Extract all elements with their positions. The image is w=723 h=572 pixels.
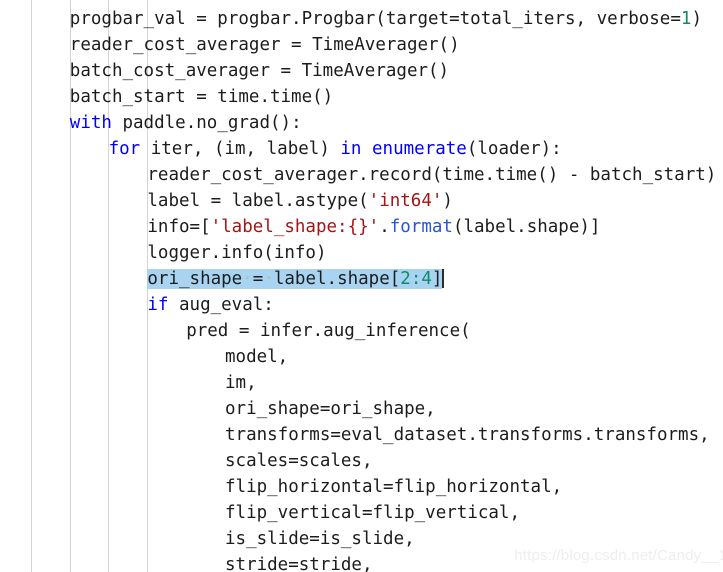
code-text[interactable]: info=['label_shape:{}'.format(label.shap…: [147, 217, 600, 237]
code-text[interactable]: [31, 0, 73, 3]
token-plain: is_slide=is_slide,: [225, 529, 415, 549]
code-line[interactable]: im,: [0, 370, 723, 396]
token-plain: flip_vertical=flip_vertical,: [225, 503, 521, 523]
text-caret: [442, 269, 444, 288]
token-plain: batch_cost_averager = TimeAverager(): [69, 61, 450, 81]
token-plain: logger.info(info): [147, 243, 327, 263]
code-text[interactable]: logger.info(info): [147, 243, 326, 263]
code-text[interactable]: reader_cost_averager.record(time.time() …: [147, 165, 716, 185]
token-ws: ·: [263, 269, 274, 289]
code-line[interactable]: logger.info(info): [0, 240, 723, 266]
token-kw: in: [340, 139, 362, 159]
code-line[interactable]: scales=scales,: [0, 448, 723, 474]
token-plain: stride=stride,: [225, 555, 373, 572]
code-text[interactable]: flip_horizontal=flip_horizontal,: [225, 477, 562, 497]
code-line[interactable]: for iter, (im, label) in enumerate(loade…: [0, 136, 723, 162]
token-plain: pred = infer.aug_inference(: [186, 321, 471, 341]
token-kw: for: [108, 139, 141, 159]
token-plain: reader_cost_averager = TimeAverager(): [69, 35, 460, 55]
code-text[interactable]: ori_shape=ori_shape,: [225, 399, 436, 419]
token-str: 'int64': [368, 191, 443, 211]
code-text[interactable]: im,: [225, 373, 257, 393]
code-line[interactable]: ori_shape·=·label.shape[2:4]: [0, 266, 723, 292]
code-text[interactable]: batch_cost_averager = TimeAverager(): [70, 61, 449, 81]
code-text[interactable]: batch_start = time.time(): [70, 87, 333, 107]
code-line[interactable]: ori_shape=ori_shape,: [0, 396, 723, 422]
code-text[interactable]: for iter, (im, label) in enumerate(loade…: [109, 139, 562, 159]
code-line[interactable]: model,: [0, 344, 723, 370]
code-line[interactable]: batch_cost_averager = TimeAverager(): [0, 58, 723, 84]
token-kw: if: [147, 295, 169, 315]
token-plain: (loader):: [466, 139, 562, 159]
token-plain: ori_shape=ori_shape,: [225, 399, 436, 419]
code-content[interactable]: progbar_val = progbar.Progbar(target=tot…: [0, 0, 723, 572]
token-plain: scales=scales,: [225, 451, 373, 471]
token-plain: ): [691, 9, 702, 29]
code-line[interactable]: is_slide=is_slide,: [0, 526, 723, 552]
token-plain: iter, (im, label): [140, 139, 341, 159]
code-line[interactable]: stride=stride,: [0, 552, 723, 572]
code-text[interactable]: if aug_eval:: [147, 295, 273, 315]
code-line[interactable]: batch_start = time.time(): [0, 84, 723, 110]
token-plain: paddle.no_grad():: [111, 113, 302, 133]
token-plain: batch_start = time.time(): [69, 87, 334, 107]
code-text[interactable]: is_slide=is_slide,: [225, 529, 415, 549]
code-text[interactable]: stride=stride,: [225, 555, 373, 572]
code-text[interactable]: pred = infer.aug_inference(: [186, 321, 470, 341]
token-plain: im,: [225, 373, 257, 393]
code-line[interactable]: with paddle.no_grad():: [0, 110, 723, 136]
code-line[interactable]: progbar_val = progbar.Progbar(target=tot…: [0, 6, 723, 32]
code-text[interactable]: reader_cost_averager = TimeAverager(): [70, 35, 460, 55]
token-builtin: enumerate: [372, 139, 467, 159]
token-plain: .: [379, 217, 390, 237]
code-line[interactable]: flip_vertical=flip_vertical,: [0, 500, 723, 526]
token-plain: label = label.astype(: [147, 191, 369, 211]
code-text[interactable]: transforms=eval_dataset.transforms.trans…: [225, 425, 710, 445]
token-plain: label.shape[: [273, 269, 401, 289]
token-plain: =: [252, 269, 264, 289]
code-line[interactable]: pred = infer.aug_inference(: [0, 318, 723, 344]
token-plain: ): [442, 191, 453, 211]
token-plain: aug_eval:: [168, 295, 274, 315]
code-editor-viewport[interactable]: progbar_val = progbar.Progbar(target=tot…: [0, 0, 723, 572]
code-text[interactable]: flip_vertical=flip_vertical,: [225, 503, 520, 523]
token-fn: format: [389, 217, 453, 237]
token-plain: transforms=eval_dataset.transforms.trans…: [225, 425, 710, 445]
code-text[interactable]: scales=scales,: [225, 451, 373, 471]
code-line[interactable]: transforms=eval_dataset.transforms.trans…: [0, 422, 723, 448]
token-plain: ]: [431, 269, 443, 289]
token-plain: progbar_val = progbar.Progbar(target=tot…: [69, 9, 681, 29]
code-text[interactable]: with paddle.no_grad():: [70, 113, 302, 133]
code-line[interactable]: label = label.astype('int64'): [0, 188, 723, 214]
code-line[interactable]: if aug_eval:: [0, 292, 723, 318]
token-num: 1: [680, 9, 692, 29]
code-text[interactable]: progbar_val = progbar.Progbar(target=tot…: [70, 9, 702, 29]
token-str: 'label_shape:{}': [210, 217, 380, 237]
token-plain: ori_shape: [147, 269, 243, 289]
token-ws: ·: [242, 269, 253, 289]
token-plain: info=[: [147, 217, 211, 237]
token-kw: with: [69, 113, 112, 133]
code-line[interactable]: reader_cost_averager = TimeAverager(): [0, 32, 723, 58]
token-plain: model,: [225, 347, 289, 367]
code-line[interactable]: info=['label_shape:{}'.format(label.shap…: [0, 214, 723, 240]
token-num: 2:4: [400, 269, 432, 289]
code-text[interactable]: model,: [225, 347, 288, 367]
selected-code-text[interactable]: ori_shape·=·label.shape[2:4]: [147, 269, 443, 289]
token-plain: (label.shape)]: [452, 217, 601, 237]
token-plain: flip_horizontal=flip_horizontal,: [225, 477, 563, 497]
code-text[interactable]: label = label.astype('int64'): [147, 191, 453, 211]
code-line[interactable]: flip_horizontal=flip_horizontal,: [0, 474, 723, 500]
code-line[interactable]: reader_cost_averager.record(time.time() …: [0, 162, 723, 188]
token-plain: reader_cost_averager.record(time.time() …: [147, 165, 717, 185]
